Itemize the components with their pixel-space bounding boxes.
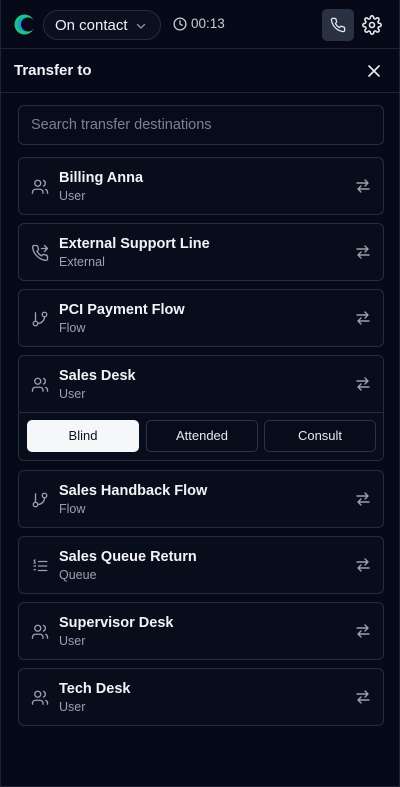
destination-type: Flow — [59, 502, 86, 516]
destination-item-expanded[interactable]: Sales Desk User Blind Attended Consult — [18, 355, 384, 461]
consult-transfer-button[interactable]: Consult — [264, 420, 376, 452]
users-icon — [31, 689, 49, 707]
destination-item[interactable]: Sales Queue Return Queue — [18, 536, 384, 594]
attended-transfer-button[interactable]: Attended — [146, 420, 258, 452]
destination-name: Billing Anna — [59, 170, 144, 186]
transfer-header: Transfer to — [1, 49, 400, 93]
destination-type: User — [59, 387, 86, 401]
transfer-arrows-icon[interactable] — [355, 689, 371, 705]
transfer-arrows-icon[interactable] — [355, 244, 371, 260]
settings-gear-icon[interactable] — [362, 15, 382, 35]
destination-name: PCI Payment Flow — [59, 302, 185, 318]
users-icon — [31, 376, 49, 394]
top-bar: On contact 00:13 — [1, 0, 400, 49]
destination-name: Tech Desk — [59, 681, 131, 697]
destination-type: User — [59, 189, 86, 203]
divider — [19, 412, 383, 413]
close-icon[interactable] — [366, 63, 382, 79]
destination-type: User — [59, 700, 86, 714]
transfer-arrows-icon[interactable] — [355, 310, 371, 326]
blind-transfer-button[interactable]: Blind — [27, 420, 139, 452]
phone-forward-icon — [31, 244, 49, 262]
panel-title: Transfer to — [14, 62, 92, 79]
users-icon — [31, 623, 49, 641]
transfer-arrows-icon[interactable] — [355, 557, 371, 573]
destination-name: External Support Line — [59, 236, 210, 252]
destination-name: Sales Handback Flow — [59, 483, 208, 499]
users-icon — [31, 178, 49, 196]
transfer-arrows-icon[interactable] — [355, 623, 371, 639]
app-frame: On contact 00:13 Transfer to Billing Ann… — [0, 0, 400, 787]
destination-name: Supervisor Desk — [59, 615, 174, 631]
agent-status-dropdown[interactable]: On contact — [43, 10, 161, 40]
destination-item[interactable]: External Support Line External — [18, 223, 384, 281]
destination-name: Sales Queue Return — [59, 549, 197, 565]
phone-icon — [330, 17, 346, 33]
destination-type: External — [59, 255, 105, 269]
chevron-down-icon — [135, 20, 147, 32]
destination-type: Queue — [59, 568, 97, 582]
git-branch-icon — [31, 310, 49, 328]
call-timer: 00:13 — [191, 16, 225, 31]
transfer-arrows-icon[interactable] — [355, 376, 371, 392]
destination-type: Flow — [59, 321, 86, 335]
transfer-arrows-icon[interactable] — [355, 491, 371, 507]
destination-item[interactable]: Sales Handback Flow Flow — [18, 470, 384, 528]
destination-item[interactable]: PCI Payment Flow Flow — [18, 289, 384, 347]
destination-name: Sales Desk — [59, 368, 136, 384]
destination-item[interactable]: Billing Anna User — [18, 157, 384, 215]
list-icon — [31, 557, 49, 575]
destination-item[interactable]: Supervisor Desk User — [18, 602, 384, 660]
app-logo-icon — [14, 14, 35, 35]
destination-item[interactable]: Tech Desk User — [18, 668, 384, 726]
clock-icon — [173, 17, 187, 31]
phone-button[interactable] — [322, 9, 354, 41]
destination-type: User — [59, 634, 86, 648]
agent-status-label: On contact — [55, 17, 128, 34]
transfer-arrows-icon[interactable] — [355, 178, 371, 194]
git-branch-icon — [31, 491, 49, 509]
search-input[interactable] — [18, 105, 384, 145]
